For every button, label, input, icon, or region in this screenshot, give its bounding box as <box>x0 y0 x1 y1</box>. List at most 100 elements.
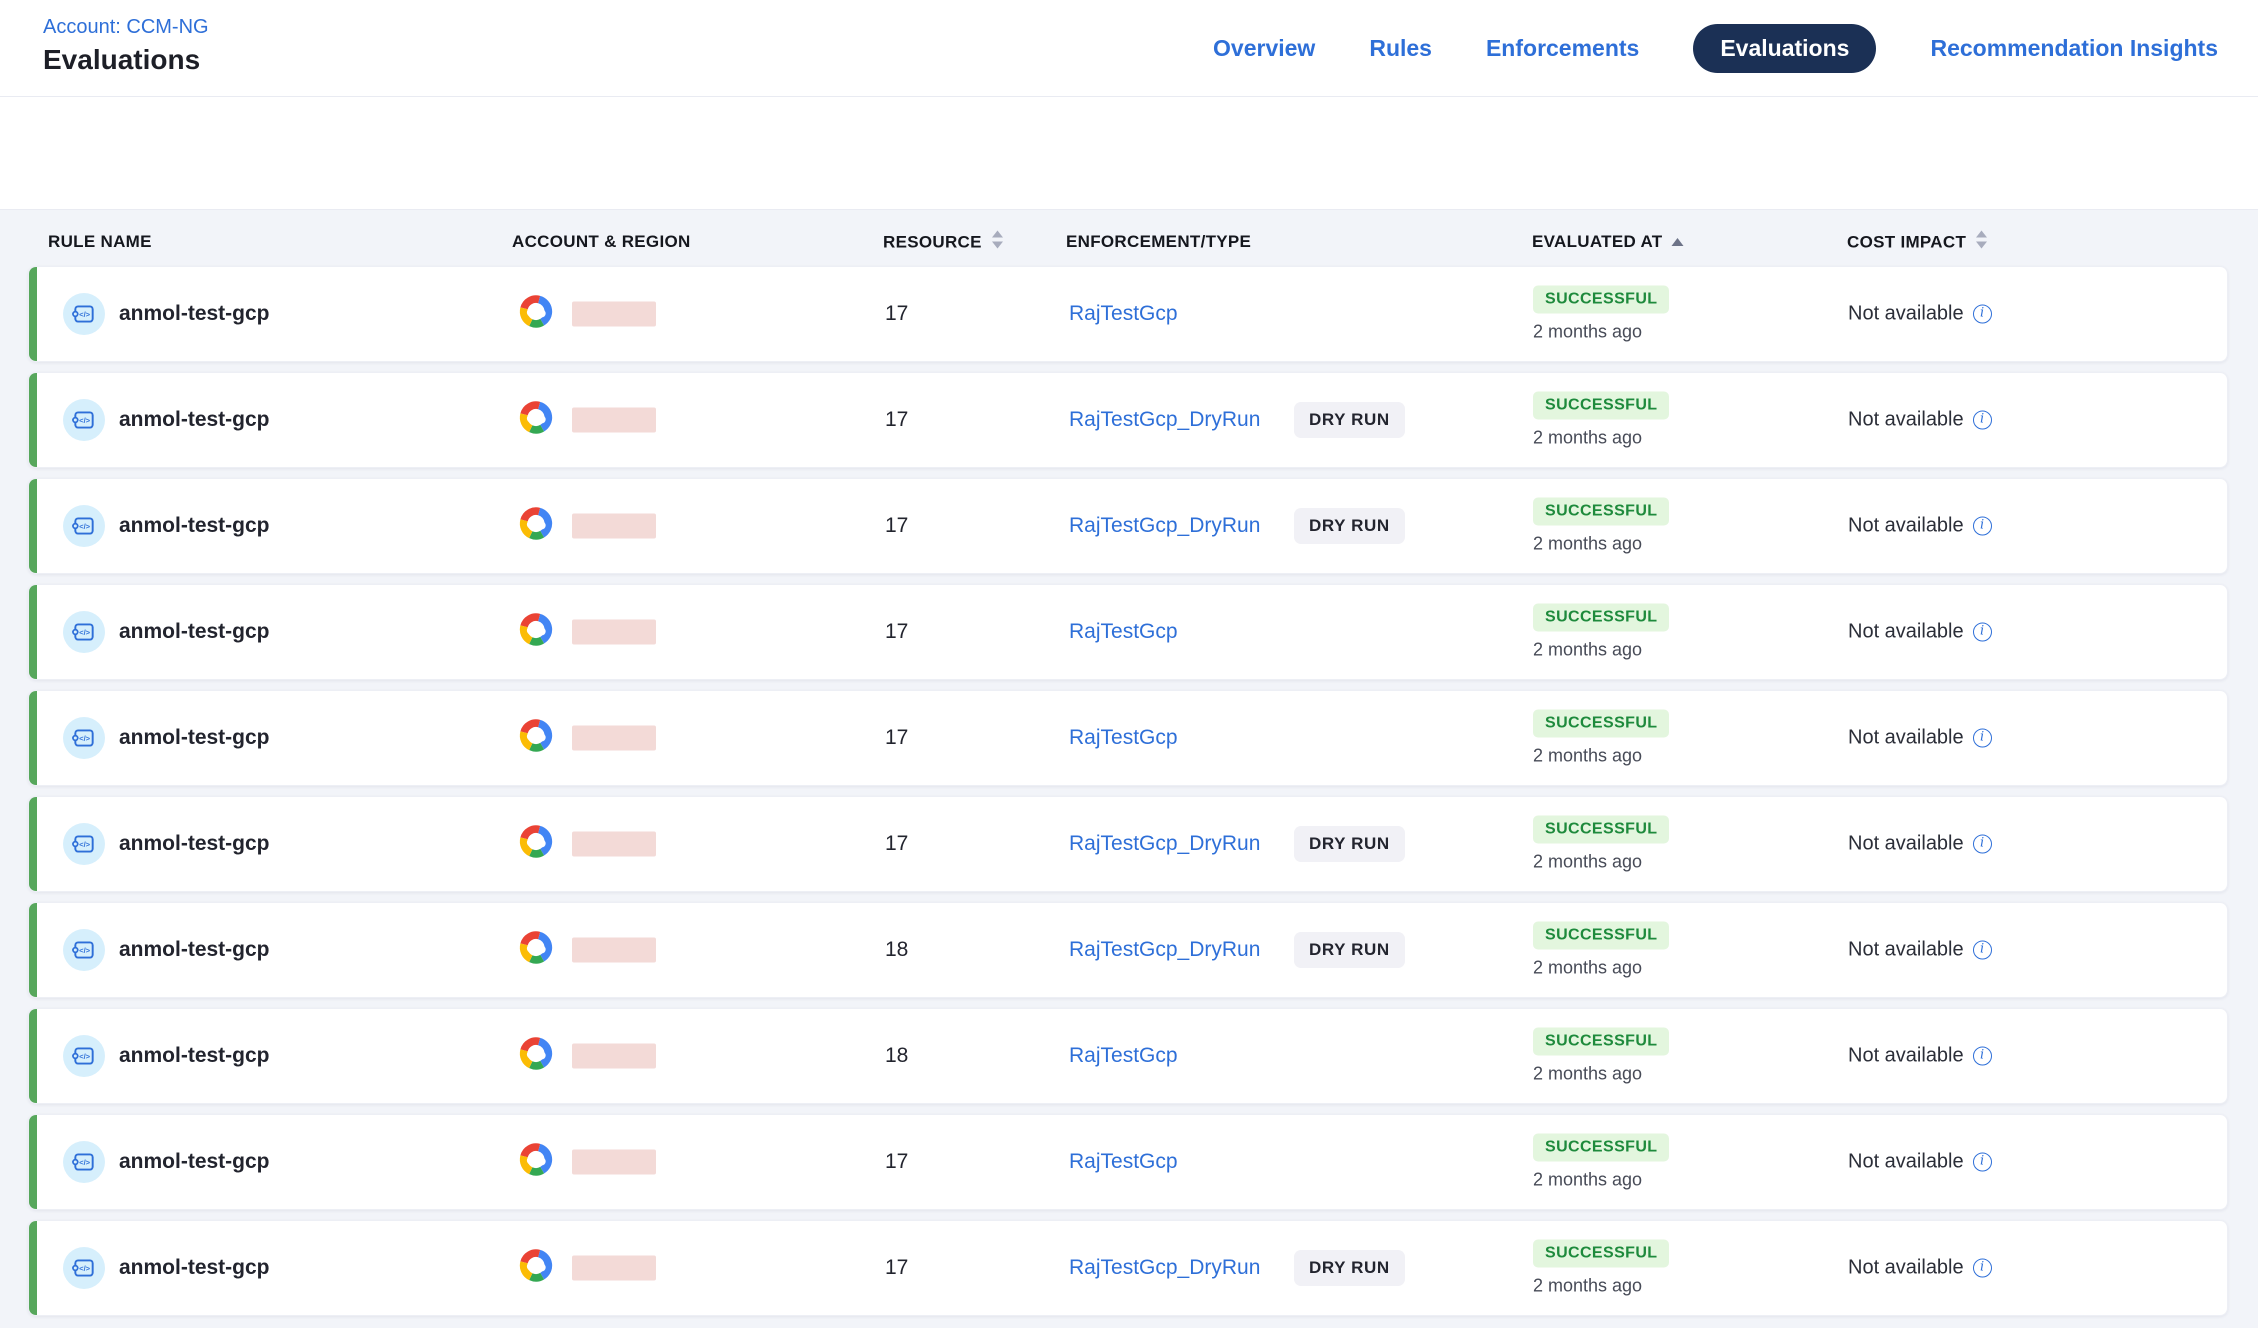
rule-name: anmol-test-gcp <box>119 1256 270 1280</box>
gcp-logo-icon <box>513 929 559 972</box>
enforcement-link[interactable]: RajTestGcp <box>1069 1150 1178 1174</box>
col-enforcement-type[interactable]: ENFORCEMENT/TYPE <box>1066 232 1251 252</box>
status-badge: SUCCESSFUL <box>1533 1240 1669 1268</box>
enforcement-link[interactable]: RajTestGcp <box>1069 1044 1178 1068</box>
enforcement-link[interactable]: RajTestGcp <box>1069 726 1178 750</box>
table-row[interactable]: </> anmol-test-gcp <box>28 1220 2228 1316</box>
tab-recommendation-insights[interactable]: Recommendation Insights <box>1930 35 2218 62</box>
enforcement-cell: RajTestGcp <box>1069 691 1549 785</box>
info-icon[interactable]: i <box>1973 517 1992 536</box>
table-row[interactable]: </> anmol-test-gcp <box>28 372 2228 468</box>
svg-text:</>: </> <box>79 946 91 955</box>
code-rule-icon: </> <box>63 929 105 971</box>
status-indicator-bar <box>29 1009 37 1103</box>
col-rule-name[interactable]: RULE NAME <box>48 232 152 252</box>
sort-arrows-icon[interactable] <box>991 231 1004 254</box>
gcp-logo-icon <box>513 1035 559 1078</box>
info-icon[interactable]: i <box>1973 305 1992 324</box>
enforcement-link[interactable]: RajTestGcp_DryRun <box>1069 938 1260 962</box>
sort-arrows-icon[interactable] <box>1975 231 1988 254</box>
status-indicator-bar <box>29 1221 37 1315</box>
enforcement-link[interactable]: RajTestGcp_DryRun <box>1069 832 1260 856</box>
page-header: Account: CCM-NG Evaluations Overview Rul… <box>0 0 2258 97</box>
table-row[interactable]: </> anmol-test-gcp <box>28 584 2228 680</box>
table-row[interactable]: </> anmol-test-gcp <box>28 690 2228 786</box>
resource-count: 17 <box>885 302 908 326</box>
evaluations-table: RULE NAME ACCOUNT & REGION RESOURCE ENFO… <box>0 209 2258 1328</box>
status-badge: SUCCESSFUL <box>1533 710 1669 738</box>
status-badge: SUCCESSFUL <box>1533 392 1669 420</box>
enforcement-link[interactable]: RajTestGcp_DryRun <box>1069 408 1260 432</box>
cost-impact-value: Not available <box>1848 1045 1964 1068</box>
enforcement-cell: RajTestGcp_DryRun DRY RUN <box>1069 797 1549 891</box>
dry-run-badge: DRY RUN <box>1294 508 1405 544</box>
gcp-logo-icon <box>513 823 559 866</box>
enforcement-cell: RajTestGcp_DryRun DRY RUN <box>1069 373 1549 467</box>
evaluated-at-cell: SUCCESSFUL 2 months ago <box>1533 1134 1669 1191</box>
tab-enforcements[interactable]: Enforcements <box>1486 35 1639 62</box>
cost-impact-cell: Not available i <box>1848 621 1992 644</box>
sort-asc-icon[interactable] <box>1671 232 1684 252</box>
account-region-cell <box>513 823 656 866</box>
table-row[interactable]: </> anmol-test-gcp <box>28 902 2228 998</box>
info-icon[interactable]: i <box>1973 411 1992 430</box>
info-icon[interactable]: i <box>1973 729 1992 748</box>
status-badge: SUCCESSFUL <box>1533 498 1669 526</box>
col-evaluated-at[interactable]: EVALUATED AT <box>1532 232 1684 252</box>
cost-impact-value: Not available <box>1848 515 1964 538</box>
col-cost-impact[interactable]: COST IMPACT <box>1847 231 1988 254</box>
code-rule-icon: </> <box>63 611 105 653</box>
info-icon[interactable]: i <box>1973 1153 1992 1172</box>
table-row[interactable]: </> anmol-test-gcp <box>28 266 2228 362</box>
info-icon[interactable]: i <box>1973 1259 1992 1278</box>
enforcement-link[interactable]: RajTestGcp <box>1069 620 1178 644</box>
dry-run-badge: DRY RUN <box>1294 402 1405 438</box>
tab-evaluations[interactable]: Evaluations <box>1693 24 1876 73</box>
rule-name: anmol-test-gcp <box>119 620 270 644</box>
evaluated-time: 2 months ago <box>1533 1170 1642 1191</box>
code-rule-icon: </> <box>63 1141 105 1183</box>
gcp-logo-icon <box>513 293 559 336</box>
status-indicator-bar <box>29 373 37 467</box>
resource-count: 18 <box>885 1044 908 1068</box>
evaluated-time: 2 months ago <box>1533 746 1642 767</box>
col-account-region[interactable]: ACCOUNT & REGION <box>512 232 691 252</box>
enforcement-link[interactable]: RajTestGcp <box>1069 302 1178 326</box>
cost-impact-cell: Not available i <box>1848 727 1992 750</box>
info-icon[interactable]: i <box>1973 835 1992 854</box>
top-nav: Overview Rules Enforcements Evaluations … <box>1213 0 2218 97</box>
redacted-account-id <box>572 938 656 963</box>
tab-rules[interactable]: Rules <box>1369 35 1432 62</box>
col-resource[interactable]: RESOURCE <box>883 231 1004 254</box>
status-indicator-bar <box>29 267 37 361</box>
resource-count: 17 <box>885 514 908 538</box>
enforcement-cell: RajTestGcp <box>1069 267 1549 361</box>
table-row[interactable]: </> anmol-test-gcp <box>28 1008 2228 1104</box>
breadcrumb[interactable]: Account: CCM-NG <box>43 16 209 39</box>
rule-name: anmol-test-gcp <box>119 514 270 538</box>
enforcement-cell: RajTestGcp <box>1069 1115 1549 1209</box>
tab-overview[interactable]: Overview <box>1213 35 1315 62</box>
account-region-cell <box>513 717 656 760</box>
resource-count: 17 <box>885 832 908 856</box>
table-row[interactable]: </> anmol-test-gcp <box>28 796 2228 892</box>
status-indicator-bar <box>29 1115 37 1209</box>
redacted-account-id <box>572 620 656 645</box>
evaluated-at-cell: SUCCESSFUL 2 months ago <box>1533 710 1669 767</box>
svg-text:</>: </> <box>79 1158 91 1167</box>
info-icon[interactable]: i <box>1973 1047 1992 1066</box>
account-region-cell <box>513 293 656 336</box>
evaluated-at-cell: SUCCESSFUL 2 months ago <box>1533 392 1669 449</box>
enforcement-link[interactable]: RajTestGcp_DryRun <box>1069 514 1260 538</box>
redacted-account-id <box>572 726 656 751</box>
status-indicator-bar <box>29 903 37 997</box>
info-icon[interactable]: i <box>1973 623 1992 642</box>
info-icon[interactable]: i <box>1973 941 1992 960</box>
enforcement-link[interactable]: RajTestGcp_DryRun <box>1069 1256 1260 1280</box>
table-row[interactable]: </> anmol-test-gcp <box>28 478 2228 574</box>
table-row[interactable]: </> anmol-test-gcp <box>28 1114 2228 1210</box>
evaluated-at-cell: SUCCESSFUL 2 months ago <box>1533 498 1669 555</box>
filter-bar: Show: Resource Count > 0 Evaluation Stat… <box>0 97 2258 209</box>
status-badge: SUCCESSFUL <box>1533 922 1669 950</box>
status-badge: SUCCESSFUL <box>1533 1028 1669 1056</box>
